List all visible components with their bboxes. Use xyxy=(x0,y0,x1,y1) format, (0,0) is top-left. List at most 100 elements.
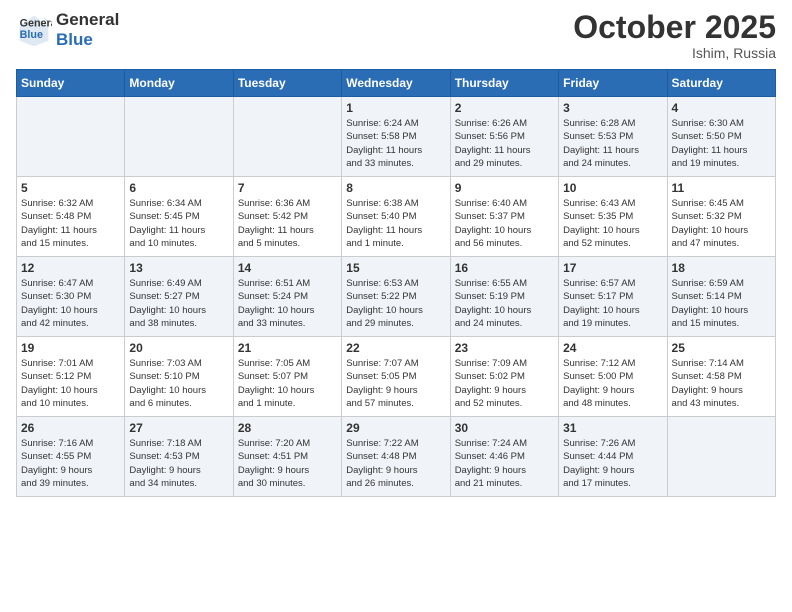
day-number: 7 xyxy=(238,181,337,195)
svg-text:General: General xyxy=(20,17,52,29)
day-info: Sunrise: 6:55 AM Sunset: 5:19 PM Dayligh… xyxy=(455,277,554,330)
day-info: Sunrise: 6:40 AM Sunset: 5:37 PM Dayligh… xyxy=(455,197,554,250)
day-info: Sunrise: 7:22 AM Sunset: 4:48 PM Dayligh… xyxy=(346,437,445,490)
day-cell: 19Sunrise: 7:01 AM Sunset: 5:12 PM Dayli… xyxy=(17,337,125,417)
day-number: 9 xyxy=(455,181,554,195)
day-cell: 31 Sunrise: 7:26 AM Sunset: 4:44 PM Dayli… xyxy=(559,417,667,497)
day-info: Sunrise: 6:28 AM Sunset: 5:53 PM Dayligh… xyxy=(563,117,662,170)
day-info: Sunrise: 6:38 AM Sunset: 5:40 PM Dayligh… xyxy=(346,197,445,250)
title-block: October 2025 Ishim, Russia xyxy=(573,10,776,61)
logo: General Blue General Blue xyxy=(16,10,119,49)
header-day-monday: Monday xyxy=(125,70,233,97)
day-number: 6 xyxy=(129,181,228,195)
day-number: 20 xyxy=(129,341,228,355)
week-row-5: 26 Sunrise: 7:16 AM Sunset: 4:55 PM Dayli… xyxy=(17,417,776,497)
day-number: 21 xyxy=(238,341,337,355)
day-info: Sunrise: 7:16 AM Sunset: 4:55 PM Dayligh… xyxy=(21,437,120,490)
day-info: Sunrise: 7:18 AM Sunset: 4:53 PM Dayligh… xyxy=(129,437,228,490)
day-info: Sunrise: 7:24 AM Sunset: 4:46 PM Dayligh… xyxy=(455,437,554,490)
day-info: Sunrise: 6:30 AM Sunset: 5:50 PM Dayligh… xyxy=(672,117,771,170)
week-row-2: 5 Sunrise: 6:32 AM Sunset: 5:48 PM Daylig… xyxy=(17,177,776,257)
day-cell: 27Sunrise: 7:18 AM Sunset: 4:53 PM Dayli… xyxy=(125,417,233,497)
svg-text:Blue: Blue xyxy=(20,29,43,41)
day-info: Sunrise: 7:26 AM Sunset: 4:44 PM Dayligh… xyxy=(563,437,662,490)
day-cell: 21Sunrise: 7:05 AM Sunset: 5:07 PM Dayli… xyxy=(233,337,341,417)
day-info: Sunrise: 7:12 AM Sunset: 5:00 PM Dayligh… xyxy=(563,357,662,410)
day-cell: 23Sunrise: 7:09 AM Sunset: 5:02 PM Dayli… xyxy=(450,337,558,417)
day-cell: 9 Sunrise: 6:40 AM Sunset: 5:37 PM Daylig… xyxy=(450,177,558,257)
day-info: Sunrise: 6:24 AM Sunset: 5:58 PM Dayligh… xyxy=(346,117,445,170)
day-info: Sunrise: 6:53 AM Sunset: 5:22 PM Dayligh… xyxy=(346,277,445,330)
day-cell: 4 Sunrise: 6:30 AM Sunset: 5:50 PM Daylig… xyxy=(667,97,775,177)
page: General Blue General Blue October 2025 I… xyxy=(0,0,792,513)
logo-icon: General Blue xyxy=(16,12,52,48)
day-cell: 25 Sunrise: 7:14 AM Sunset: 4:58 PM Dayli… xyxy=(667,337,775,417)
day-cell: 28 Sunrise: 7:20 AM Sunset: 4:51 PM Dayli… xyxy=(233,417,341,497)
day-cell: 22Sunrise: 7:07 AM Sunset: 5:05 PM Dayli… xyxy=(342,337,450,417)
day-info: Sunrise: 7:14 AM Sunset: 4:58 PM Dayligh… xyxy=(672,357,771,410)
day-number: 18 xyxy=(672,261,771,275)
day-cell: 12 Sunrise: 6:47 AM Sunset: 5:30 PM Dayli… xyxy=(17,257,125,337)
day-number: 25 xyxy=(672,341,771,355)
day-info: Sunrise: 6:47 AM Sunset: 5:30 PM Dayligh… xyxy=(21,277,120,330)
day-number: 4 xyxy=(672,101,771,115)
day-number: 17 xyxy=(563,261,662,275)
day-number: 31 xyxy=(563,421,662,435)
header-row: SundayMondayTuesdayWednesdayThursdayFrid… xyxy=(17,70,776,97)
day-cell xyxy=(17,97,125,177)
calendar-table: SundayMondayTuesdayWednesdayThursdayFrid… xyxy=(16,69,776,497)
day-info: Sunrise: 6:34 AM Sunset: 5:45 PM Dayligh… xyxy=(129,197,228,250)
day-cell: 18 Sunrise: 6:59 AM Sunset: 5:14 PM Dayli… xyxy=(667,257,775,337)
day-number: 28 xyxy=(238,421,337,435)
day-cell xyxy=(125,97,233,177)
day-cell: 6 Sunrise: 6:34 AM Sunset: 5:45 PM Daylig… xyxy=(125,177,233,257)
day-info: Sunrise: 6:51 AM Sunset: 5:24 PM Dayligh… xyxy=(238,277,337,330)
day-number: 19 xyxy=(21,341,120,355)
day-cell: 2Sunrise: 6:26 AM Sunset: 5:56 PM Daylig… xyxy=(450,97,558,177)
day-info: Sunrise: 6:45 AM Sunset: 5:32 PM Dayligh… xyxy=(672,197,771,250)
day-number: 12 xyxy=(21,261,120,275)
day-number: 16 xyxy=(455,261,554,275)
header-day-friday: Friday xyxy=(559,70,667,97)
day-cell: 7Sunrise: 6:36 AM Sunset: 5:42 PM Daylig… xyxy=(233,177,341,257)
day-info: Sunrise: 6:57 AM Sunset: 5:17 PM Dayligh… xyxy=(563,277,662,330)
header-day-thursday: Thursday xyxy=(450,70,558,97)
day-number: 24 xyxy=(563,341,662,355)
day-info: Sunrise: 6:59 AM Sunset: 5:14 PM Dayligh… xyxy=(672,277,771,330)
day-cell: 5 Sunrise: 6:32 AM Sunset: 5:48 PM Daylig… xyxy=(17,177,125,257)
day-number: 23 xyxy=(455,341,554,355)
day-number: 29 xyxy=(346,421,445,435)
day-number: 8 xyxy=(346,181,445,195)
day-cell: 24 Sunrise: 7:12 AM Sunset: 5:00 PM Dayli… xyxy=(559,337,667,417)
day-number: 10 xyxy=(563,181,662,195)
day-info: Sunrise: 7:20 AM Sunset: 4:51 PM Dayligh… xyxy=(238,437,337,490)
day-info: Sunrise: 6:49 AM Sunset: 5:27 PM Dayligh… xyxy=(129,277,228,330)
day-cell: 3 Sunrise: 6:28 AM Sunset: 5:53 PM Daylig… xyxy=(559,97,667,177)
day-cell: 26 Sunrise: 7:16 AM Sunset: 4:55 PM Dayli… xyxy=(17,417,125,497)
day-number: 26 xyxy=(21,421,120,435)
day-number: 1 xyxy=(346,101,445,115)
day-cell xyxy=(667,417,775,497)
day-cell: 13Sunrise: 6:49 AM Sunset: 5:27 PM Dayli… xyxy=(125,257,233,337)
week-row-4: 19Sunrise: 7:01 AM Sunset: 5:12 PM Dayli… xyxy=(17,337,776,417)
day-cell: 29 Sunrise: 7:22 AM Sunset: 4:48 PM Dayli… xyxy=(342,417,450,497)
day-number: 15 xyxy=(346,261,445,275)
day-cell xyxy=(233,97,341,177)
day-info: Sunrise: 7:03 AM Sunset: 5:10 PM Dayligh… xyxy=(129,357,228,410)
header-day-saturday: Saturday xyxy=(667,70,775,97)
day-cell: 8 Sunrise: 6:38 AM Sunset: 5:40 PM Daylig… xyxy=(342,177,450,257)
day-info: Sunrise: 6:32 AM Sunset: 5:48 PM Dayligh… xyxy=(21,197,120,250)
header-day-sunday: Sunday xyxy=(17,70,125,97)
day-cell: 14 Sunrise: 6:51 AM Sunset: 5:24 PM Dayli… xyxy=(233,257,341,337)
day-number: 3 xyxy=(563,101,662,115)
day-number: 14 xyxy=(238,261,337,275)
day-number: 2 xyxy=(455,101,554,115)
logo-general: General xyxy=(56,10,119,30)
day-cell: 16 Sunrise: 6:55 AM Sunset: 5:19 PM Dayli… xyxy=(450,257,558,337)
header: General Blue General Blue October 2025 I… xyxy=(16,10,776,61)
header-day-wednesday: Wednesday xyxy=(342,70,450,97)
week-row-3: 12 Sunrise: 6:47 AM Sunset: 5:30 PM Dayli… xyxy=(17,257,776,337)
day-number: 11 xyxy=(672,181,771,195)
day-number: 5 xyxy=(21,181,120,195)
day-cell: 20 Sunrise: 7:03 AM Sunset: 5:10 PM Dayli… xyxy=(125,337,233,417)
